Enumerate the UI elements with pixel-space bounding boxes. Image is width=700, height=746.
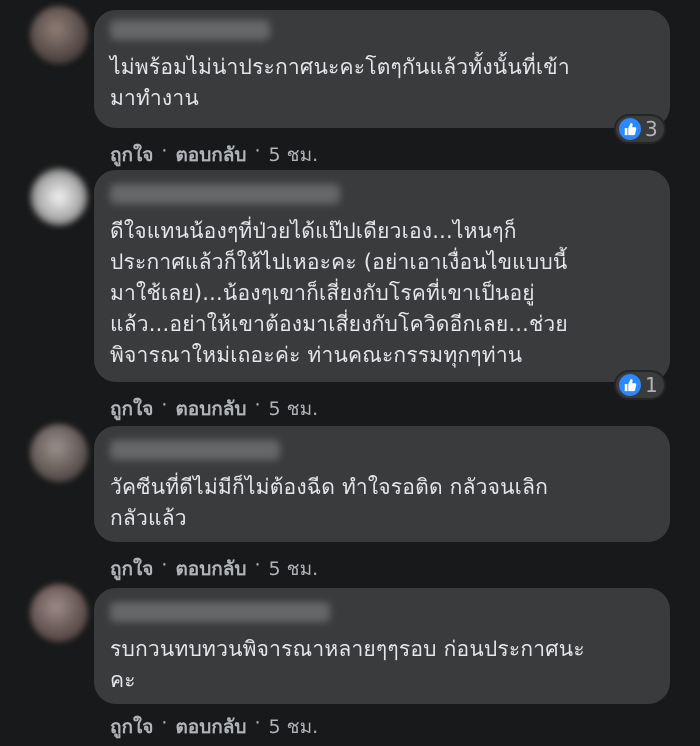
like-button[interactable]: ถูกใจ — [110, 394, 153, 424]
reply-button[interactable]: ตอบกลับ — [175, 140, 246, 170]
separator-dot: · — [254, 140, 261, 162]
comment-actions: ถูกใจ · ตอบกลับ · 5 ชม. — [110, 140, 318, 170]
avatar[interactable] — [30, 584, 88, 642]
reaction-summary[interactable]: 3 — [616, 116, 664, 142]
avatar[interactable] — [30, 168, 88, 226]
timestamp[interactable]: 5 ชม. — [269, 554, 319, 584]
comment-actions: ถูกใจ · ตอบกลับ · 5 ชม. — [110, 712, 318, 742]
separator-dot: · — [161, 554, 168, 576]
author-name[interactable] — [110, 20, 270, 40]
separator-dot: · — [161, 394, 168, 416]
reply-button[interactable]: ตอบกลับ — [175, 394, 246, 424]
comment-bubble: รบกวนทบทวนพิจารณาหลายๆๆรอบ ก่อนประกาศนะ … — [94, 588, 670, 704]
author-name[interactable] — [110, 602, 330, 622]
timestamp[interactable]: 5 ชม. — [269, 394, 319, 424]
like-button[interactable]: ถูกใจ — [110, 554, 153, 584]
comment-text: ดีใจแทนน้องๆที่ป่วยได้แป๊ปเดียวเอง...ไหน… — [110, 219, 568, 367]
author-name[interactable] — [110, 440, 280, 460]
like-icon — [619, 374, 641, 396]
separator-dot: · — [161, 712, 168, 734]
comment-bubble: ดีใจแทนน้องๆที่ป่วยได้แป๊ปเดียวเอง...ไหน… — [94, 170, 670, 382]
comment-text: รบกวนทบทวนพิจารณาหลายๆๆรอบ ก่อนประกาศนะ … — [110, 637, 585, 692]
reply-button[interactable]: ตอบกลับ — [175, 554, 246, 584]
comment-bubble: วัคซีนที่ดีไม่มีก็ไม่ต้องฉีด ทำใจรอติด ก… — [94, 426, 670, 542]
avatar[interactable] — [30, 424, 88, 482]
comment-actions: ถูกใจ · ตอบกลับ · 5 ชม. — [110, 554, 318, 584]
reaction-count: 3 — [645, 117, 658, 141]
comment-actions: ถูกใจ · ตอบกลับ · 5 ชม. — [110, 394, 318, 424]
comment-feed: ไม่พร้อมไม่น่าประกาศนะคะโตๆกันแล้วทั้งนั… — [0, 0, 700, 746]
comment-text: วัคซีนที่ดีไม่มีก็ไม่ต้องฉีด ทำใจรอติด ก… — [110, 475, 549, 530]
avatar[interactable] — [30, 6, 88, 64]
separator-dot: · — [254, 554, 261, 576]
separator-dot: · — [254, 394, 261, 416]
reaction-count: 1 — [645, 373, 658, 397]
separator-dot: · — [161, 140, 168, 162]
comment-bubble: ไม่พร้อมไม่น่าประกาศนะคะโตๆกันแล้วทั้งนั… — [94, 10, 670, 128]
timestamp[interactable]: 5 ชม. — [269, 140, 319, 170]
like-button[interactable]: ถูกใจ — [110, 712, 153, 742]
reply-button[interactable]: ตอบกลับ — [175, 712, 246, 742]
reaction-summary[interactable]: 1 — [616, 372, 664, 398]
comment-text: ไม่พร้อมไม่น่าประกาศนะคะโตๆกันแล้วทั้งนั… — [110, 55, 570, 110]
author-name[interactable] — [110, 184, 340, 204]
separator-dot: · — [254, 712, 261, 734]
like-icon — [619, 118, 641, 140]
timestamp[interactable]: 5 ชม. — [269, 712, 319, 742]
like-button[interactable]: ถูกใจ — [110, 140, 153, 170]
